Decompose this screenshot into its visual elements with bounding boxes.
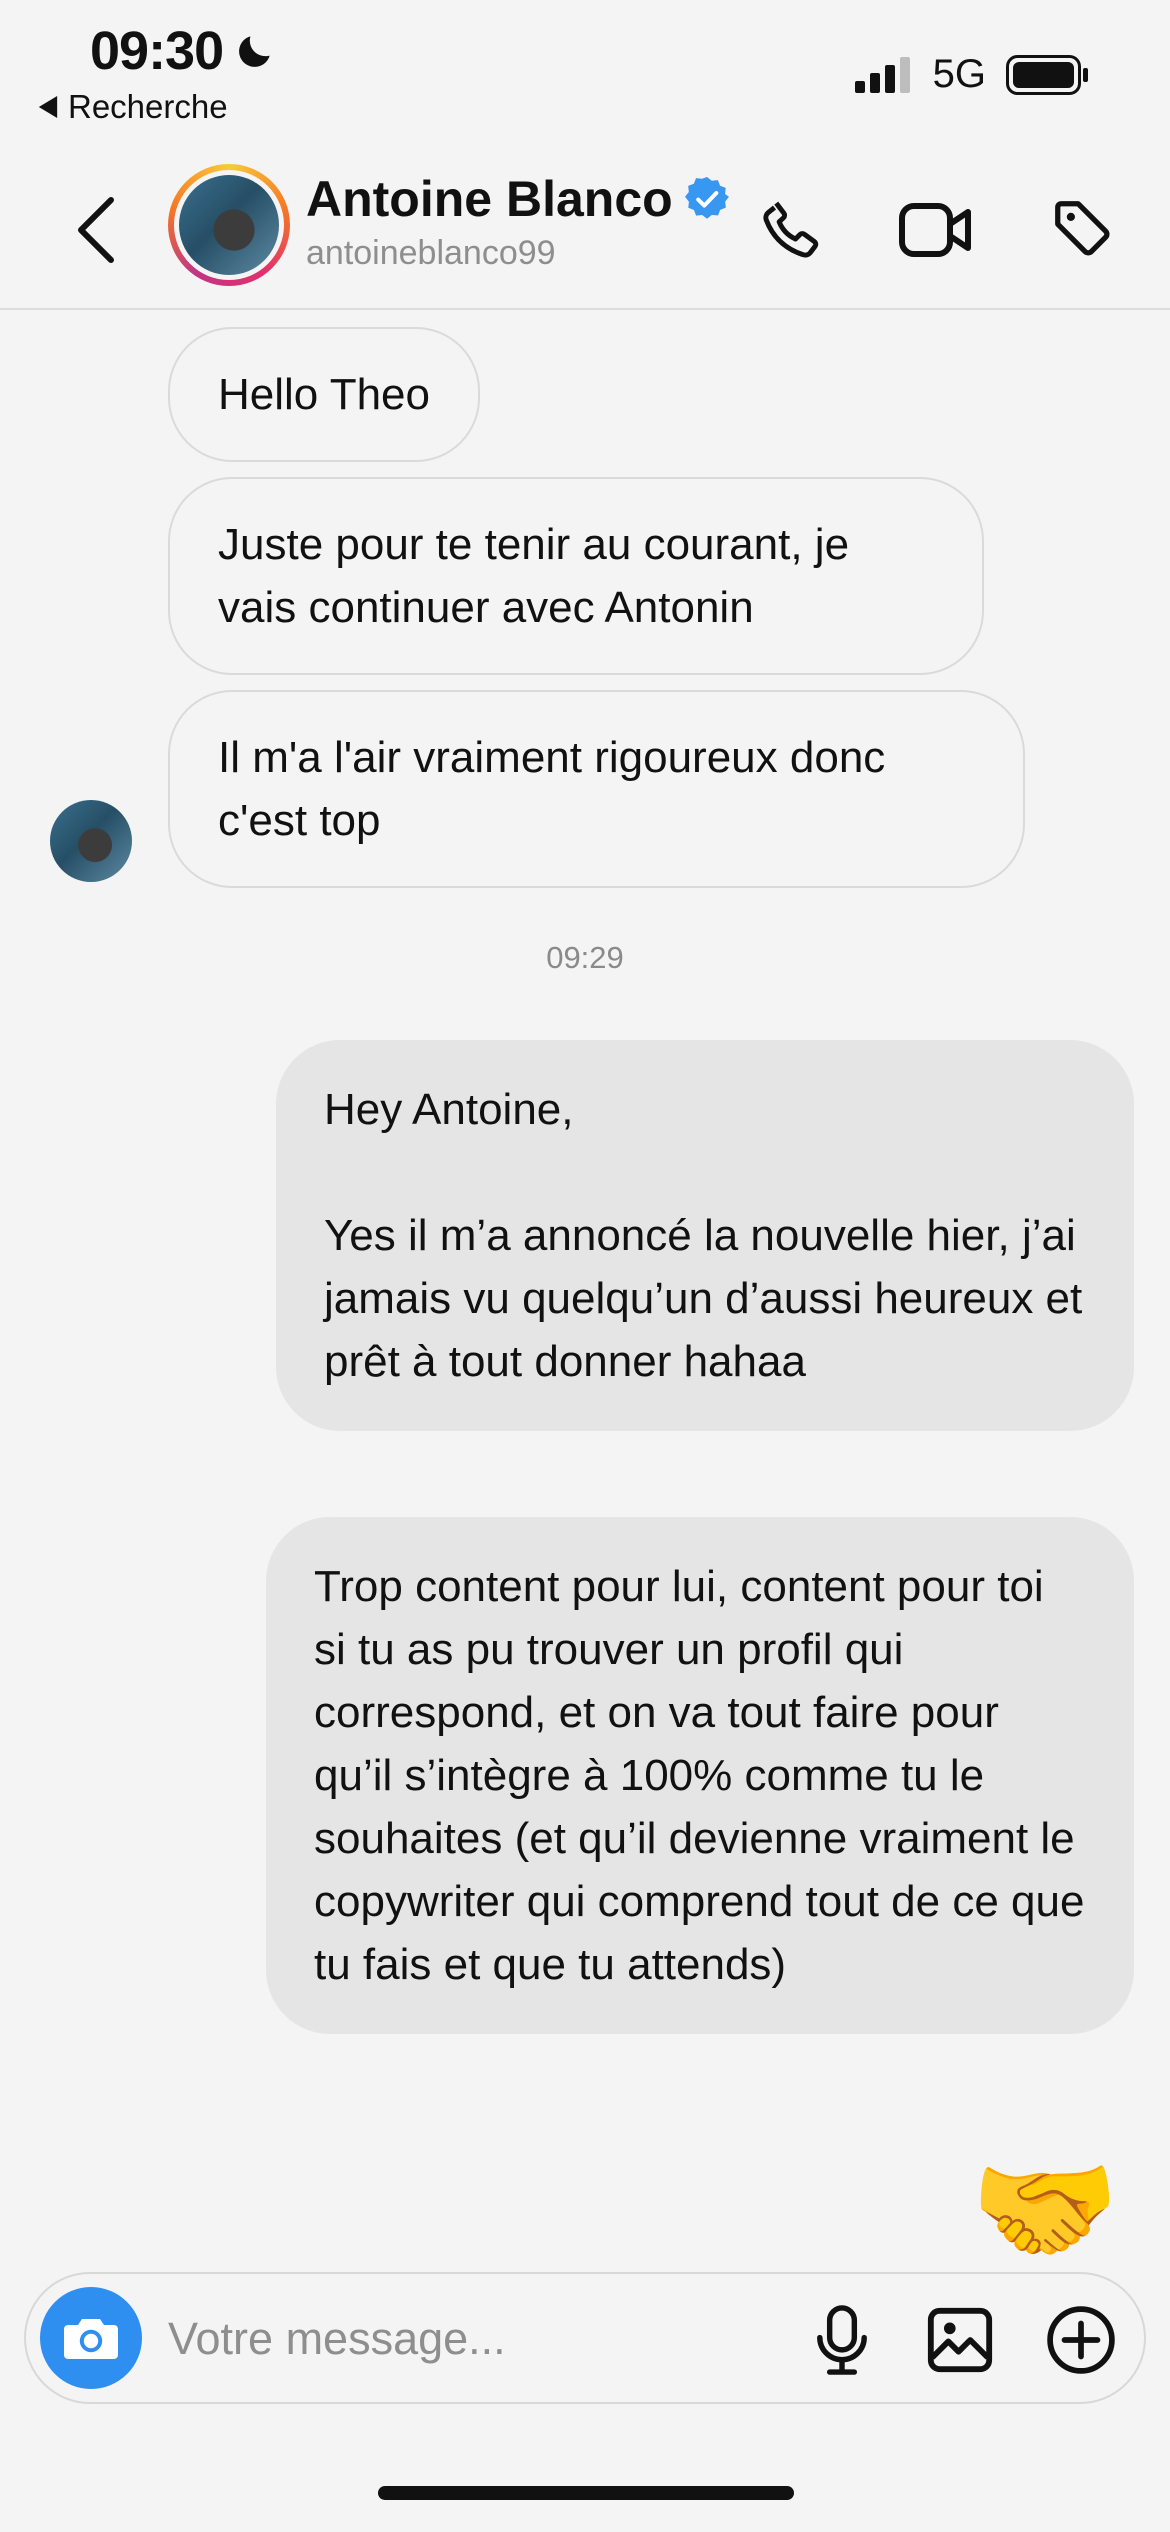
add-icon <box>1047 2306 1115 2374</box>
image-icon <box>927 2307 993 2373</box>
back-button[interactable] <box>60 190 130 270</box>
message-composer <box>24 2272 1146 2404</box>
outgoing-message[interactable]: Hey Antoine, Yes il m’a annoncé la nouve… <box>276 1040 1134 1431</box>
tag-icon <box>1055 201 1110 256</box>
back-arrow-icon <box>78 197 114 263</box>
home-indicator[interactable] <box>378 2486 794 2500</box>
message-input[interactable] <box>168 2304 768 2374</box>
camera-button[interactable] <box>40 2287 142 2389</box>
back-app-label: Recherche <box>68 88 228 125</box>
verified-badge-icon <box>684 177 729 219</box>
incoming-message[interactable]: Hello Theo <box>168 327 480 462</box>
sender-avatar[interactable] <box>50 800 132 882</box>
contact-name: Antoine Blanco <box>306 171 673 227</box>
phone-icon <box>763 201 819 258</box>
contact-avatar[interactable] <box>168 164 290 286</box>
incoming-message[interactable]: Juste pour te tenir au courant, je vais … <box>168 477 984 675</box>
chat-header: Antoine Blanco antoineblanco99 <box>0 150 1170 310</box>
clock-text: 09:30 <box>90 21 224 81</box>
contact-name-row[interactable]: Antoine Blanco <box>306 170 729 228</box>
more-options-button[interactable] <box>1041 2300 1121 2380</box>
incoming-message[interactable]: Il m'a l'air vraiment rigoureux donc c'e… <box>168 690 1025 888</box>
tag-button[interactable] <box>1044 190 1124 270</box>
back-to-app[interactable]: Recherche <box>38 88 228 126</box>
battery-icon <box>1006 54 1088 95</box>
outgoing-message[interactable]: Trop content pour lui, content pour toi … <box>266 1517 1134 2034</box>
avatar-photo <box>179 175 279 275</box>
status-time: 09:30 <box>90 20 277 82</box>
gallery-button[interactable] <box>920 2300 1000 2380</box>
dm-screen: 09:30 Recherche 5G Antoine Blanco antoin… <box>0 0 1170 2532</box>
status-indicators: 5G <box>854 52 1090 97</box>
call-button[interactable] <box>752 190 832 270</box>
microphone-icon <box>817 2305 867 2375</box>
network-type: 5G <box>932 52 986 96</box>
camera-icon <box>64 2319 118 2359</box>
video-icon <box>899 203 971 257</box>
back-triangle-icon <box>38 96 58 118</box>
handshake-emoji-message[interactable]: 🤝 <box>960 2150 1130 2270</box>
moon-icon <box>239 36 270 67</box>
signal-icon <box>854 56 910 93</box>
message-timestamp: 09:29 <box>546 940 624 975</box>
video-call-button[interactable] <box>896 190 976 270</box>
contact-username: antoineblanco99 <box>306 234 556 272</box>
voice-message-button[interactable] <box>802 2300 882 2380</box>
